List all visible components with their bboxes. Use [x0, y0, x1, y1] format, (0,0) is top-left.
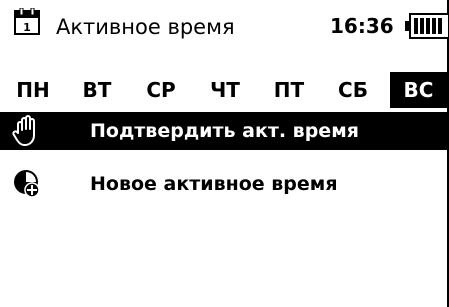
screen: 1 Активное время 16:36 ПН ВТ СР ЧТ ПТ СБ…	[0, 0, 449, 307]
tab-monday[interactable]: ПН	[8, 72, 58, 108]
page-title: Активное время	[56, 15, 235, 39]
clock-time: 16:36	[330, 14, 394, 38]
tab-sunday[interactable]: ВС	[390, 72, 447, 108]
header: 1 Активное время 16:36	[0, 0, 449, 58]
tab-wednesday[interactable]: СР	[136, 72, 186, 108]
tab-tuesday[interactable]: ВТ	[72, 72, 122, 108]
menu-item-new-active-time[interactable]: Новое активное время	[0, 165, 447, 203]
menu-item-label: Подтвердить акт. время	[90, 120, 359, 142]
tab-thursday[interactable]: ЧТ	[200, 72, 250, 108]
calendar-icon: 1	[14, 8, 40, 35]
tab-saturday[interactable]: СБ	[328, 72, 378, 108]
battery-icon	[405, 13, 449, 39]
calendar-day-number: 1	[23, 21, 31, 34]
menu-item-confirm-active-time[interactable]: Подтвердить акт. время	[0, 112, 447, 150]
menu-item-label: Новое активное время	[90, 173, 338, 195]
tab-friday[interactable]: ПТ	[264, 72, 314, 108]
clock-add-icon	[14, 170, 40, 198]
hand-icon	[12, 115, 35, 146]
weekday-tabs: ПН ВТ СР ЧТ ПТ СБ ВС	[0, 72, 449, 108]
